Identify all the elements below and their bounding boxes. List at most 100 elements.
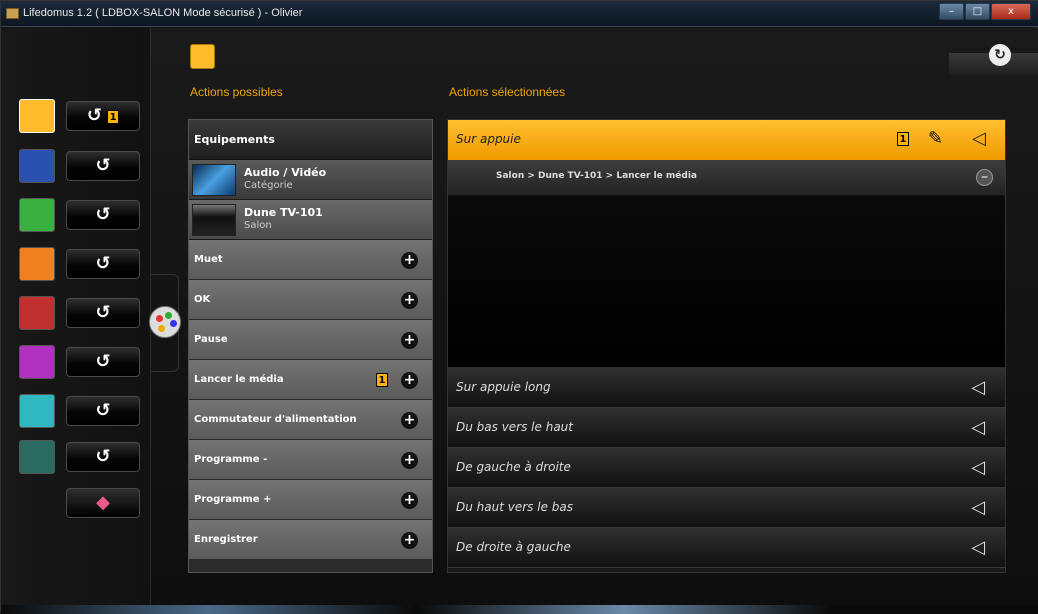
trigger-du-bas-vers-le-haut[interactable]: Du bas vers le haut ◁ bbox=[448, 408, 1005, 448]
speaker-icon[interactable]: ◁ bbox=[971, 537, 985, 558]
palette-icon[interactable] bbox=[149, 306, 181, 338]
palette-dot-red bbox=[156, 315, 163, 322]
window-title: Lifedomus 1.2 ( LDBOX-SALON Mode sécuris… bbox=[23, 7, 303, 19]
equipment-header: Equipements bbox=[189, 120, 432, 160]
trigger-label: De gauche à droite bbox=[456, 460, 571, 474]
action-label: Muet bbox=[194, 254, 223, 265]
add-icon[interactable]: + bbox=[401, 252, 418, 269]
audio-video-thumbnail bbox=[192, 164, 236, 196]
gesture-button-blue[interactable]: ↺ bbox=[66, 151, 140, 181]
trigger-sur-appuie-long[interactable]: Sur appuie long ◁ bbox=[448, 368, 1005, 408]
gesture-button-orange[interactable]: ↺ bbox=[66, 249, 140, 279]
trigger-de-droite-a-gauche[interactable]: De droite à gauche ◁ bbox=[448, 528, 1005, 568]
gesture-button-teal[interactable]: ↺ bbox=[66, 442, 140, 472]
action-row-ok[interactable]: OK + bbox=[189, 280, 432, 320]
trigger-du-haut-vers-le-bas[interactable]: Du haut vers le bas ◁ bbox=[448, 488, 1005, 528]
gesture-icon: ↺ bbox=[95, 253, 111, 274]
gesture-button-red[interactable]: ↺ bbox=[66, 298, 140, 328]
action-row-muet[interactable]: Muet + bbox=[189, 240, 432, 280]
remove-icon[interactable]: – bbox=[976, 169, 993, 186]
eraser-icon: ◆ bbox=[96, 492, 110, 513]
gesture-button-green[interactable]: ↺ bbox=[66, 200, 140, 230]
speaker-icon[interactable]: ◁ bbox=[972, 128, 986, 149]
gesture-icon: ↺ bbox=[95, 155, 111, 176]
color-swatch-blue[interactable] bbox=[19, 149, 55, 183]
equipment-panel: Equipements Audio / Vidéo Catégorie Dune… bbox=[188, 119, 433, 573]
actions-selected-title: Actions sélectionnées bbox=[449, 85, 566, 99]
selected-action-path: Salon > Dune TV-101 > Lancer le média bbox=[496, 171, 697, 181]
maximize-button[interactable]: □ bbox=[965, 3, 990, 20]
action-list-area bbox=[448, 196, 1005, 368]
app-window: Lifedomus 1.2 ( LDBOX-SALON Mode sécuris… bbox=[0, 0, 1038, 614]
gesture-icon: ↺ bbox=[95, 351, 111, 372]
color-swatch-purple[interactable] bbox=[19, 345, 55, 379]
action-label: Programme + bbox=[194, 494, 272, 505]
selected-color-swatch bbox=[190, 44, 215, 69]
palette-dot-blue bbox=[170, 320, 177, 327]
gesture-column: ↺ 1 ↺ ↺ ↺ ↺ ↺ ↺ ↺ ◆ bbox=[1, 28, 151, 614]
palette-dot-green bbox=[165, 312, 172, 319]
app-icon bbox=[6, 8, 19, 19]
count-badge: 1 bbox=[376, 373, 388, 387]
speaker-icon[interactable]: ◁ bbox=[971, 497, 985, 518]
pencil-icon[interactable]: ✎ bbox=[928, 128, 943, 149]
speaker-icon[interactable]: ◁ bbox=[971, 377, 985, 398]
trigger-label: De droite à gauche bbox=[456, 540, 571, 554]
action-label: OK bbox=[194, 294, 211, 305]
gesture-icon: ↺ bbox=[95, 400, 111, 421]
action-row-lancer-media[interactable]: Lancer le média 1 + bbox=[189, 360, 432, 400]
action-row-programme-minus[interactable]: Programme - + bbox=[189, 440, 432, 480]
add-icon[interactable]: + bbox=[401, 452, 418, 469]
category-row[interactable]: Audio / Vidéo Catégorie bbox=[189, 160, 432, 200]
color-swatch-teal[interactable] bbox=[19, 440, 55, 474]
add-icon[interactable]: + bbox=[401, 532, 418, 549]
selected-action-row[interactable]: Salon > Dune TV-101 > Lancer le média – bbox=[448, 160, 1005, 196]
action-label: Commutateur d'alimentation bbox=[194, 414, 357, 425]
action-row-enregistrer[interactable]: Enregistrer + bbox=[189, 520, 432, 560]
gesture-icon: ↺ bbox=[86, 105, 102, 126]
trigger-de-gauche-a-droite[interactable]: De gauche à droite ◁ bbox=[448, 448, 1005, 488]
trigger-label: Du haut vers le bas bbox=[456, 500, 573, 514]
add-icon[interactable]: + bbox=[401, 292, 418, 309]
color-swatch-green[interactable] bbox=[19, 198, 55, 232]
action-row-commutateur[interactable]: Commutateur d'alimentation + bbox=[189, 400, 432, 440]
eraser-button[interactable]: ◆ bbox=[66, 488, 140, 518]
title-bar: Lifedomus 1.2 ( LDBOX-SALON Mode sécuris… bbox=[1, 1, 1038, 27]
trigger-label: Sur appuie long bbox=[456, 380, 551, 394]
selected-actions-panel: Sur appuie 1 ✎ ◁ Salon > Dune TV-101 > L… bbox=[447, 119, 1006, 573]
add-icon[interactable]: + bbox=[401, 412, 418, 429]
add-icon[interactable]: + bbox=[401, 372, 418, 389]
action-row-pause[interactable]: Pause + bbox=[189, 320, 432, 360]
window-controls: – □ x bbox=[939, 3, 1031, 20]
actions-possible-title: Actions possibles bbox=[190, 85, 283, 99]
refresh-icon[interactable]: ↻ bbox=[989, 44, 1011, 66]
color-swatch-yellow[interactable] bbox=[19, 99, 55, 133]
color-swatch-orange[interactable] bbox=[19, 247, 55, 281]
add-icon[interactable]: + bbox=[401, 492, 418, 509]
device-sub: Salon bbox=[244, 220, 272, 231]
speaker-icon[interactable]: ◁ bbox=[971, 417, 985, 438]
color-swatch-cyan[interactable] bbox=[19, 394, 55, 428]
action-row-programme-plus[interactable]: Programme + + bbox=[189, 480, 432, 520]
category-name: Audio / Vidéo bbox=[244, 166, 327, 179]
device-name: Dune TV-101 bbox=[244, 206, 323, 219]
action-label: Lancer le média bbox=[194, 374, 284, 385]
action-label: Pause bbox=[194, 334, 228, 345]
count-badge: 1 bbox=[107, 109, 120, 124]
action-label: Enregistrer bbox=[194, 534, 258, 545]
gesture-button-yellow[interactable]: ↺ 1 bbox=[66, 101, 140, 131]
device-row[interactable]: Dune TV-101 Salon bbox=[189, 200, 432, 240]
device-thumbnail bbox=[192, 204, 236, 236]
gesture-button-cyan[interactable]: ↺ bbox=[66, 396, 140, 426]
minimize-button[interactable]: – bbox=[939, 3, 964, 20]
gesture-button-purple[interactable]: ↺ bbox=[66, 347, 140, 377]
gesture-icon: ↺ bbox=[95, 302, 111, 323]
gesture-icon: ↺ bbox=[95, 446, 111, 467]
main-content: ↺ 1 ↺ ↺ ↺ ↺ ↺ ↺ ↺ ◆ ↻ Actions possibles … bbox=[1, 28, 1038, 614]
add-icon[interactable]: + bbox=[401, 332, 418, 349]
color-swatch-red[interactable] bbox=[19, 296, 55, 330]
trigger-label: Du bas vers le haut bbox=[456, 420, 573, 434]
speaker-icon[interactable]: ◁ bbox=[971, 457, 985, 478]
close-button[interactable]: x bbox=[991, 3, 1031, 20]
trigger-sur-appuie[interactable]: Sur appuie 1 ✎ ◁ bbox=[448, 120, 1005, 160]
